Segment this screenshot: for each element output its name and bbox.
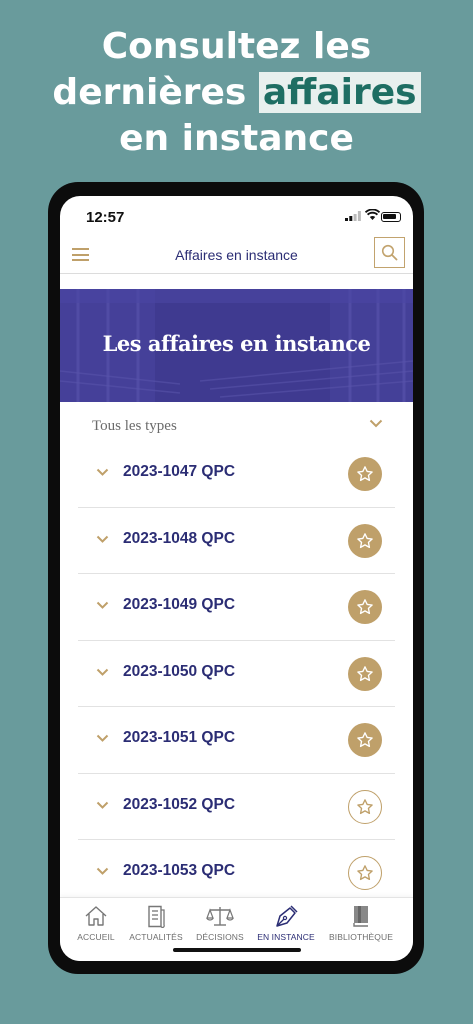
tab-decisions[interactable]: DÉCISIONS (185, 904, 255, 942)
page-title: Affaires en instance (175, 247, 298, 263)
promo-highlight: affaires (258, 72, 421, 113)
pen-nib-icon (276, 905, 298, 927)
star-icon (357, 665, 373, 681)
tab-label: EN INSTANCE (257, 932, 315, 942)
case-row-6[interactable]: 2023-1052 QPC (78, 774, 395, 840)
chevron-down-icon[interactable] (96, 867, 109, 875)
star-icon (357, 732, 373, 748)
home-indicator (173, 948, 301, 952)
tab-label: BIBLIOTHÈQUE (328, 932, 394, 942)
chevron-down-icon[interactable] (96, 468, 109, 476)
phone-screen: 12:57 Affaires en instance Les affaires … (60, 196, 413, 961)
case-row-5[interactable]: 2023-1051 QPC (78, 707, 395, 774)
favorite-button[interactable] (348, 789, 382, 824)
star-icon (357, 599, 373, 615)
star-icon (357, 466, 373, 482)
chevron-down-icon[interactable] (96, 601, 109, 609)
favorite-button[interactable] (348, 523, 382, 558)
status-bar: 12:57 (60, 196, 413, 236)
case-row-3[interactable]: 2023-1049 QPC (78, 574, 395, 641)
favorite-button[interactable] (348, 656, 382, 691)
case-number: 2023-1049 QPC (123, 596, 236, 613)
tab-label: ACTUALITÉS (129, 932, 183, 942)
favorite-button[interactable] (348, 723, 382, 757)
chevron-down-icon[interactable] (96, 535, 109, 543)
star-icon (357, 532, 373, 548)
wifi-icon (365, 209, 380, 220)
case-number: 2023-1047 QPC (123, 463, 236, 480)
case-list: 2023-1047 QPC 2023-1048 QPC 2023-1049 QP… (78, 441, 395, 907)
case-row-1[interactable]: 2023-1047 QPC (78, 441, 395, 508)
case-row-4[interactable]: 2023-1050 QPC (78, 641, 395, 707)
hero-banner: Les affaires en instance (60, 289, 413, 402)
tab-bibliotheque[interactable]: BIBLIOTHÈQUE (326, 904, 396, 942)
book-icon (353, 906, 368, 927)
promo-line-2: dernières affaires (0, 70, 473, 116)
tab-actualites[interactable]: ACTUALITÉS (121, 904, 191, 942)
promo-headline: Consultez les dernières affaires en inst… (0, 24, 473, 162)
chevron-down-icon (369, 419, 383, 428)
favorite-button[interactable] (348, 856, 382, 890)
favorite-button[interactable] (348, 457, 382, 491)
chevron-down-icon[interactable] (96, 734, 109, 742)
battery-icon (381, 212, 401, 222)
promo-line-1: Consultez les (101, 26, 372, 67)
promo-line-2-pre: dernières (52, 72, 259, 113)
type-filter-label: Tous les types (92, 418, 177, 434)
status-time: 12:57 (86, 209, 125, 226)
app-bar: Affaires en instance (60, 236, 413, 274)
star-icon (357, 798, 373, 814)
case-number: 2023-1053 QPC (123, 862, 236, 879)
case-number: 2023-1052 QPC (123, 795, 236, 813)
promo-line-3: en instance (119, 118, 354, 159)
case-number: 2023-1050 QPC (123, 662, 236, 680)
case-number: 2023-1051 QPC (123, 729, 236, 746)
tab-en-instance[interactable]: EN INSTANCE (251, 904, 321, 942)
case-number: 2023-1048 QPC (123, 529, 236, 547)
search-icon (381, 244, 398, 261)
chevron-down-icon[interactable] (96, 668, 109, 676)
home-icon (85, 906, 107, 926)
tab-label: DÉCISIONS (196, 932, 244, 942)
favorite-button[interactable] (348, 590, 382, 624)
document-icon (148, 905, 165, 928)
search-button[interactable] (374, 237, 405, 268)
star-icon (357, 865, 373, 881)
banner-title: Les affaires en instance (102, 331, 371, 356)
scales-icon (206, 907, 234, 926)
signal-icon (345, 211, 361, 221)
case-row-2[interactable]: 2023-1048 QPC (78, 508, 395, 574)
chevron-down-icon[interactable] (96, 801, 109, 809)
